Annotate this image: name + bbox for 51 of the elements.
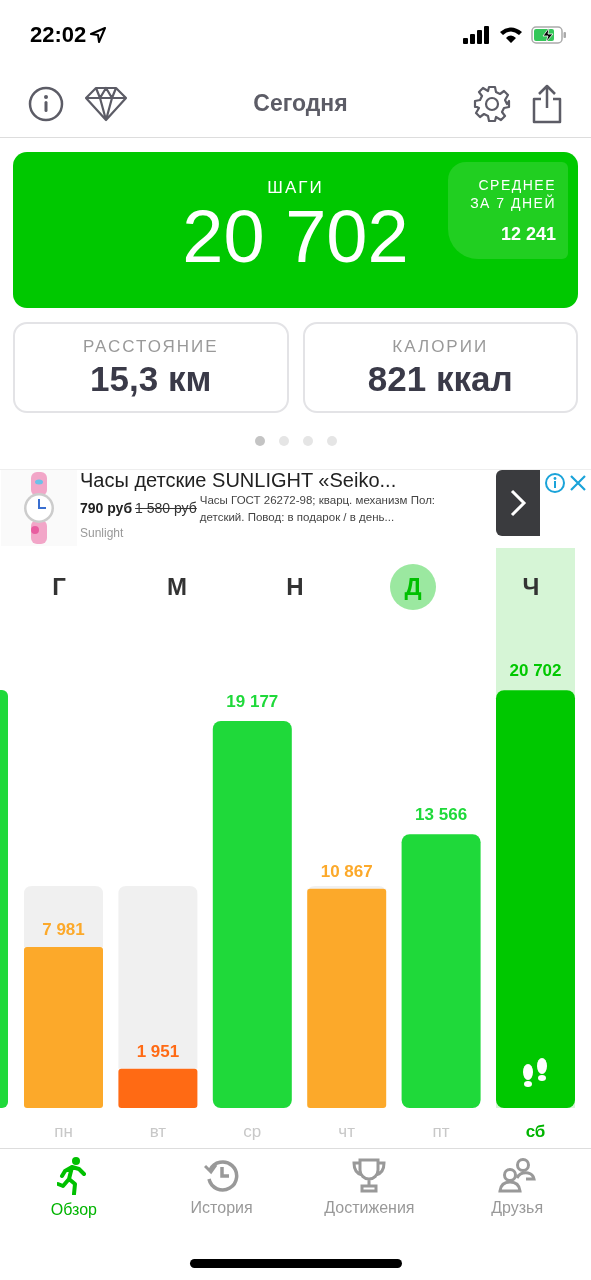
trophy-icon [351,1157,388,1193]
bar[interactable] [496,690,575,1108]
screen-title: Сегодня [252,90,349,117]
stat-label: КАЛОРИИ [392,336,489,357]
wifi-icon [499,26,523,44]
steps-value: 20 702 [182,196,409,278]
diamond-icon[interactable] [84,85,128,122]
stat-value: 15,3 км [90,358,212,399]
value-label: 20 702 [509,661,562,681]
ad-advertiser: Sunlight [80,526,125,540]
bar[interactable] [118,1068,198,1108]
value-label: 13 566 [415,805,468,825]
signal-icon [463,26,491,44]
friends-icon [498,1157,537,1193]
page-dot[interactable] [278,436,289,446]
steps-label: ШАГИ [267,178,324,198]
page-dot[interactable] [254,436,265,446]
clock-time: 22:02 [30,22,87,48]
info-icon[interactable] [28,85,64,122]
bar[interactable] [307,888,387,1108]
value-label: 10 867 [320,861,373,881]
ad-description: Часы ГОСТ 26272-98; кварц. механизм Пол: детский. Повод: в подарок / в день... [199,493,437,525]
average-label: СРЕДНЕЕ ЗА 7 ДНЕЙ [469,176,556,212]
stat-label: РАССТОЯНИЕ [82,336,219,357]
page-dot[interactable] [326,436,337,446]
settings-icon[interactable] [473,84,511,123]
bar[interactable] [401,834,481,1108]
day-letter[interactable]: Н [272,564,318,610]
stat-value: 821 ккал [367,358,513,399]
page-dot[interactable] [302,436,313,446]
location-icon [90,27,107,43]
bar[interactable] [212,721,292,1108]
battery-icon [531,26,567,44]
value-label: 1 951 [136,1041,180,1061]
average-value: 12 241 [499,224,556,245]
day-label: сб [525,1122,546,1141]
value-label: 7 981 [42,919,85,939]
share-icon[interactable] [531,83,563,124]
value-label: 19 177 [226,692,279,711]
day-letter[interactable]: Ч [508,564,554,610]
ad-old-price: 1 580 руб [135,500,197,518]
day-letter[interactable]: М [154,564,200,610]
history-icon [203,1157,240,1193]
day-letter[interactable]: Г [36,564,82,610]
ad-open-button[interactable] [496,470,540,536]
chevron-icon [508,488,528,518]
info-icon[interactable] [544,472,566,494]
ad-price: 790 руб [80,500,133,518]
ad-title[interactable]: Часы детские SUNLIGHT «Seiko... [80,468,496,492]
footprints-icon [523,1058,547,1087]
bar[interactable] [24,946,103,1108]
